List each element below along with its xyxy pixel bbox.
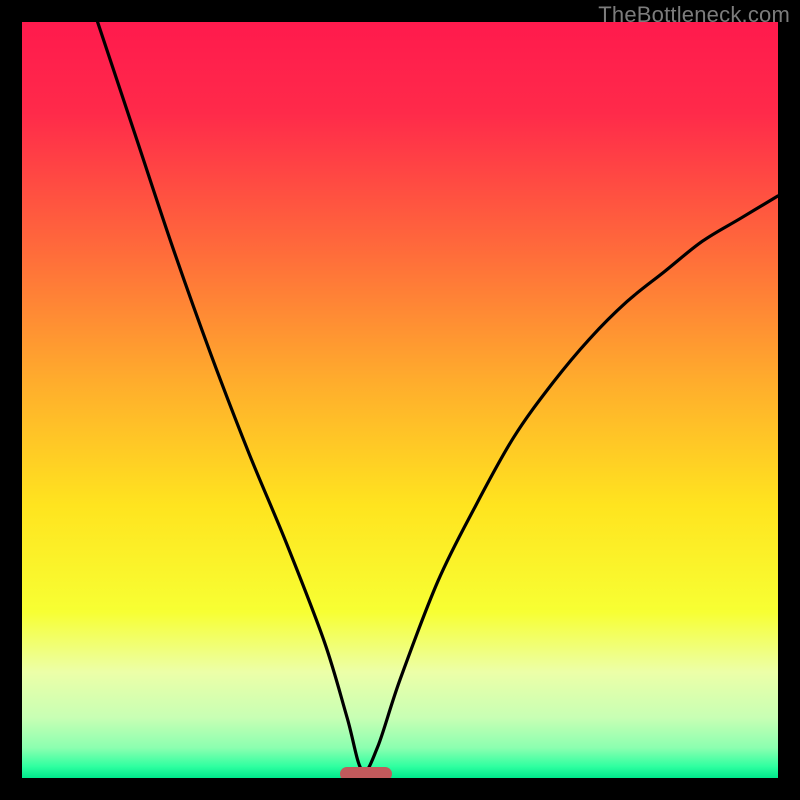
watermark-text: TheBottleneck.com xyxy=(598,2,790,28)
bottleneck-curve xyxy=(22,22,778,778)
optimal-marker xyxy=(340,767,392,778)
plot-area xyxy=(22,22,778,778)
chart-frame: TheBottleneck.com xyxy=(0,0,800,800)
